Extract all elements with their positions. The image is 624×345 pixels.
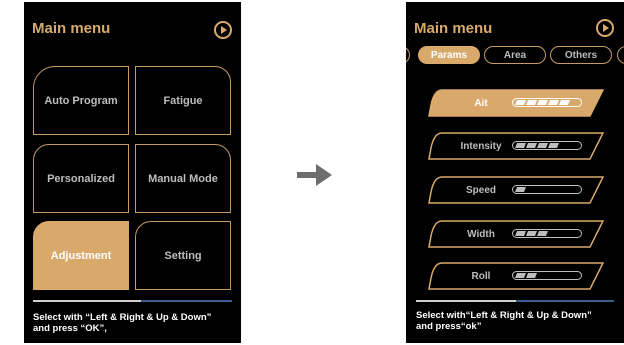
instruction-line: and press“ok” (416, 321, 482, 332)
menu-button-manual-mode[interactable]: Manual Mode (135, 144, 231, 213)
level-bar (512, 271, 582, 280)
menu-button-label: Setting (164, 249, 202, 262)
level-segment (537, 143, 548, 148)
level-segment (559, 100, 570, 105)
level-bar (512, 141, 582, 150)
level-segment (526, 100, 537, 105)
tab-label: Others (564, 49, 598, 61)
instruction-line: Select with “Left & Right & Up & Down” (33, 312, 212, 323)
arrow-right-icon (297, 172, 317, 178)
play-circle-icon[interactable] (214, 21, 232, 39)
param-row-roll[interactable]: Roll (428, 262, 604, 290)
menu-button-label: Auto Program (44, 94, 118, 107)
instruction-text: Select with “Left & Right & Up & Down” a… (33, 312, 211, 334)
level-segment (515, 231, 526, 236)
tab-area[interactable]: Area (484, 46, 546, 64)
tab-others[interactable]: Others (550, 46, 612, 64)
param-row-width[interactable]: Width (428, 220, 604, 248)
param-row-speed[interactable]: Speed (428, 176, 604, 204)
param-row-intensity[interactable]: Intensity (428, 132, 604, 160)
level-segment (515, 187, 526, 192)
tab-label: Params (430, 49, 468, 61)
page-title: Main menu (32, 20, 111, 37)
arrow-right-icon-head (316, 164, 332, 186)
menu-button-label: Fatigue (163, 94, 203, 107)
menu-button-label: Manual Mode (148, 172, 218, 185)
tab-next-partial[interactable] (617, 46, 624, 64)
instruction-text: Select with“Left & Right & Up & Down” an… (416, 310, 592, 332)
play-circle-icon[interactable] (596, 19, 614, 37)
level-segment (515, 100, 526, 105)
scroll-progress-bar (33, 300, 232, 302)
scroll-progress-bar (416, 300, 614, 302)
param-label: Speed (465, 184, 496, 196)
main-menu-screen-left: Main menu Auto Program Fatigue Personali… (24, 2, 241, 343)
menu-button-label: Personalized (47, 172, 115, 185)
level-segment (537, 100, 548, 105)
level-bar (512, 229, 582, 238)
param-label: Intensity (460, 140, 502, 152)
menu-button-adjustment[interactable]: Adjustment (33, 221, 129, 290)
tab-previous-partial[interactable] (406, 46, 410, 64)
level-segment (526, 143, 537, 148)
level-segment (526, 273, 537, 278)
param-label: Roll (471, 270, 491, 282)
menu-button-auto-program[interactable]: Auto Program (33, 66, 129, 135)
param-row-ait[interactable]: Ait (428, 89, 604, 117)
page-title: Main menu (414, 20, 493, 37)
level-segment (515, 143, 526, 148)
tab-params[interactable]: Params (418, 46, 480, 64)
main-menu-screen-right: Main menu Params Area Others Ait Intensit… (406, 2, 624, 343)
menu-button-label: Adjustment (50, 249, 112, 262)
menu-button-fatigue[interactable]: Fatigue (135, 66, 231, 135)
param-label: Width (467, 228, 495, 240)
level-bar (512, 98, 582, 107)
level-bar (512, 185, 582, 194)
instruction-line: Select with“Left & Right & Up & Down” (416, 310, 592, 321)
level-segment (548, 100, 559, 105)
menu-button-setting[interactable]: Setting (135, 221, 231, 290)
menu-button-personalized[interactable]: Personalized (33, 144, 129, 213)
level-segment (537, 231, 548, 236)
level-segment (526, 231, 537, 236)
instruction-line: and press “OK”, (33, 323, 107, 334)
level-segment (548, 143, 559, 148)
level-segment (515, 273, 526, 278)
param-label: Ait (474, 97, 488, 109)
tab-label: Area (503, 49, 527, 61)
